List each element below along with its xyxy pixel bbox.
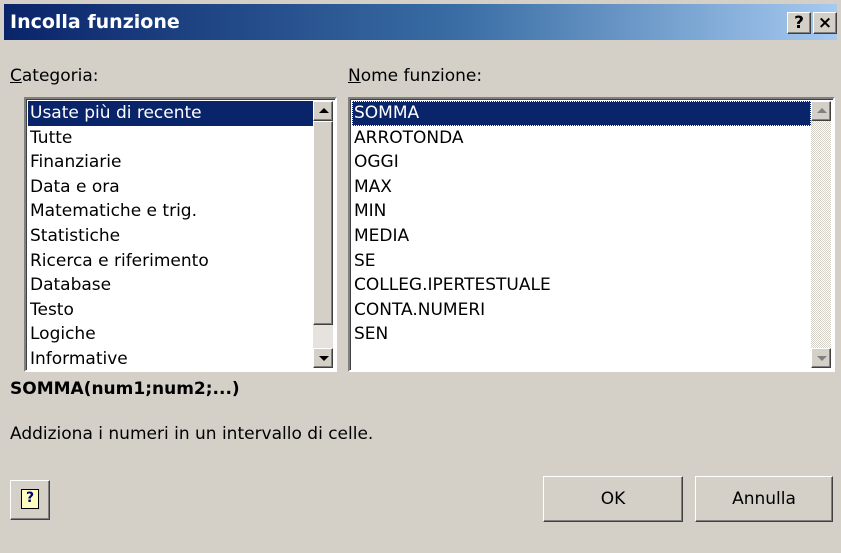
categoria-scrollbar[interactable] xyxy=(313,101,333,368)
function-description: Addiziona i numeri in un intervallo di c… xyxy=(10,424,374,444)
scroll-up-button xyxy=(811,101,831,121)
categoria-list-item[interactable]: Logiche xyxy=(28,322,313,347)
function-list-item[interactable]: MAX xyxy=(352,175,811,200)
scroll-down-button[interactable] xyxy=(313,348,333,368)
arrow-down-icon xyxy=(817,356,827,361)
categoria-list-item[interactable]: Matematiche e trig. xyxy=(28,199,313,224)
nome-funzione-scrollbar xyxy=(811,101,831,368)
scroll-thumb[interactable] xyxy=(313,121,333,325)
categoria-list-item[interactable]: Data e ora xyxy=(28,175,313,200)
scroll-down-button xyxy=(811,348,831,368)
function-list-item[interactable]: ARROTONDA xyxy=(352,126,811,151)
categoria-list-item[interactable]: Database xyxy=(28,273,313,298)
function-list-item[interactable]: OGGI xyxy=(352,150,811,175)
function-list-item[interactable]: SOMMA xyxy=(352,101,811,126)
function-list-item[interactable]: MIN xyxy=(352,199,811,224)
categoria-listbox[interactable]: Usate più di recente Tutte Finanziarie Data… xyxy=(24,97,337,372)
arrow-down-icon xyxy=(319,356,329,361)
arrow-up-icon xyxy=(319,108,329,113)
help-book-icon: ? xyxy=(21,489,39,509)
categoria-list-item[interactable]: Ricerca e riferimento xyxy=(28,249,313,274)
categoria-list-item[interactable]: Statistiche xyxy=(28,224,313,249)
function-list-item[interactable]: SE xyxy=(352,249,811,274)
close-button[interactable]: × xyxy=(813,12,837,34)
ok-button[interactable]: OK xyxy=(543,476,683,522)
cancel-button[interactable]: Annulla xyxy=(695,476,833,522)
function-list-item[interactable]: SEN xyxy=(352,322,811,347)
function-list-item[interactable]: MEDIA xyxy=(352,224,811,249)
categoria-list-item[interactable]: Usate più di recente xyxy=(28,101,313,126)
scroll-up-button[interactable] xyxy=(313,101,333,121)
nome-funzione-label: Nome funzione: xyxy=(348,66,483,86)
categoria-list-item[interactable]: Testo xyxy=(28,298,313,323)
function-syntax: SOMMA(num1;num2;...) xyxy=(10,379,240,399)
nome-funzione-listbox[interactable]: SOMMA ARROTONDA OGGI MAX MIN MEDIA SE COLLEG.IP… xyxy=(348,97,835,372)
insert-function-dialog: Incolla funzione ? × Categoria: Nome fun… xyxy=(0,0,841,553)
nome-funzione-items: SOMMA ARROTONDA OGGI MAX MIN MEDIA SE COLLEG.IP… xyxy=(352,101,811,368)
help-button[interactable]: ? xyxy=(10,480,50,520)
categoria-label: Categoria: xyxy=(10,66,99,86)
title-bar[interactable]: Incolla funzione ? × xyxy=(4,4,837,40)
function-list-item[interactable]: COLLEG.IPERTESTUALE xyxy=(352,273,811,298)
categoria-items: Usate più di recente Tutte Finanziarie Data… xyxy=(28,101,313,368)
help-title-button[interactable]: ? xyxy=(787,12,811,34)
window-title: Incolla funzione xyxy=(10,11,180,33)
categoria-list-item[interactable]: Tutte xyxy=(28,126,313,151)
categoria-list-item[interactable]: Finanziarie xyxy=(28,150,313,175)
arrow-up-icon xyxy=(817,108,827,113)
function-list-item[interactable]: CONTA.NUMERI xyxy=(352,298,811,323)
categoria-list-item[interactable]: Informative xyxy=(28,347,313,368)
